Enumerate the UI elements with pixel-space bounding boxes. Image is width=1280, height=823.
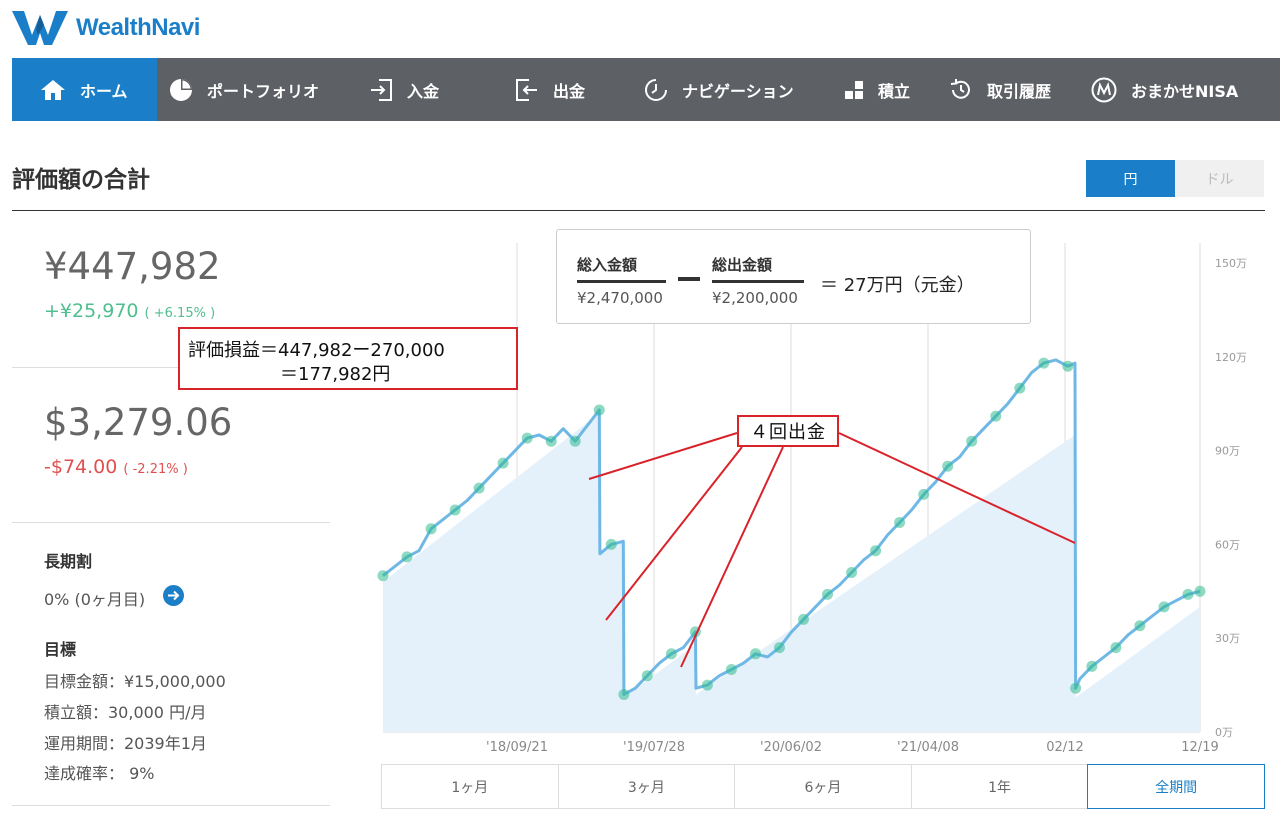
data-point [473, 482, 485, 494]
x-axis: '18/09/21 '19/07/28 '20/06/02 '21/04/08 02/1… [486, 740, 1219, 755]
period-3-months[interactable]: 3ヶ月 [559, 765, 736, 808]
data-point [990, 410, 1002, 422]
total-deposit-label: 総入金額 [577, 256, 638, 274]
data-point [701, 679, 713, 691]
data-point [665, 648, 677, 660]
fraction-bar [712, 280, 804, 283]
period-selector: 1ヶ月 3ヶ月 6ヶ月 1年 全期間 [381, 764, 1265, 809]
data-point [846, 567, 858, 578]
y-axis: 150万 120万 90万 60万 30万 0万 [1215, 257, 1247, 739]
data-point [1158, 601, 1170, 613]
principal-formula: 総入金額 ¥2,470,000 総出金額 ¥2,200,000 ＝ 27万円（元… [556, 229, 1031, 324]
data-point [545, 435, 557, 447]
period-6-months[interactable]: 6ヶ月 [735, 765, 912, 808]
data-point [918, 488, 930, 500]
data-point [822, 588, 833, 600]
data-point [1014, 382, 1026, 394]
data-point [725, 664, 737, 675]
withdrawals-annotation: ４回出金 [737, 415, 839, 447]
y-tick-label: 60万 [1215, 538, 1240, 551]
total-withdraw-label: 総出金額 [712, 256, 773, 274]
fraction-bar [577, 280, 666, 283]
profit-annotation-line2: ＝177,982円 [280, 364, 391, 385]
data-point [401, 551, 413, 563]
valuation-chart: '18/09/21 '19/07/28 '20/06/02 '21/04/08 02/1… [377, 243, 1247, 755]
y-tick-label: 0万 [1215, 726, 1233, 739]
data-point [425, 523, 437, 535]
x-tick-label: 12/19 [1181, 740, 1218, 755]
data-point [966, 435, 978, 447]
data-point [750, 648, 761, 660]
data-point [1194, 585, 1206, 597]
data-point [774, 642, 785, 654]
profit-annotation-line1: 評価損益＝447,982ー270,000 [188, 340, 445, 361]
x-tick-label: '21/04/08 [897, 740, 959, 755]
data-point [942, 460, 954, 472]
data-point [1182, 588, 1194, 600]
total-deposit-amount: ¥2,470,000 [577, 289, 663, 307]
annotation-line [680, 446, 784, 668]
data-point [1070, 682, 1082, 694]
y-tick-label: 150万 [1215, 257, 1247, 270]
data-point [894, 517, 906, 528]
data-point [497, 457, 509, 469]
data-point [1086, 660, 1098, 672]
data-point [521, 432, 533, 444]
data-point [1134, 620, 1146, 632]
total-withdraw-amount: ¥2,200,000 [712, 289, 798, 307]
data-point [449, 504, 461, 516]
period-1-year[interactable]: 1年 [912, 765, 1089, 808]
data-point [1038, 357, 1050, 369]
y-tick-label: 30万 [1215, 632, 1240, 645]
y-tick-label: 120万 [1215, 351, 1247, 364]
principal-result: ＝ 27万円（元金） [820, 275, 975, 296]
data-point [569, 435, 581, 447]
x-tick-label: '19/07/28 [623, 740, 685, 755]
data-point [377, 570, 389, 582]
data-point [605, 538, 617, 550]
data-point [1062, 360, 1074, 372]
minus-sign [678, 277, 700, 281]
annotation-line [588, 432, 738, 480]
period-all[interactable]: 全期間 [1087, 764, 1265, 809]
annotation-line [605, 446, 743, 621]
x-tick-label: 02/12 [1046, 740, 1083, 755]
period-1-month[interactable]: 1ヶ月 [382, 765, 559, 808]
y-tick-label: 90万 [1215, 445, 1240, 458]
data-point [593, 404, 605, 416]
profit-annotation: 評価損益＝447,982ー270,000 ＝177,982円 [178, 327, 518, 390]
data-point [798, 613, 809, 625]
data-point [641, 670, 653, 682]
x-tick-label: '20/06/02 [760, 740, 822, 755]
x-tick-label: '18/09/21 [486, 740, 548, 755]
data-point [1110, 642, 1122, 654]
data-point [870, 545, 882, 557]
data-point [618, 689, 630, 700]
